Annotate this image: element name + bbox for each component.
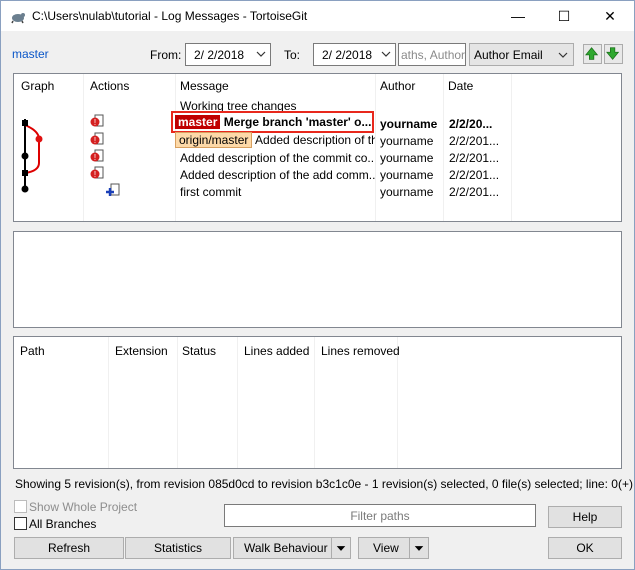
filter-field-value: Author Email bbox=[474, 48, 543, 62]
view-dropdown[interactable] bbox=[409, 538, 428, 558]
log-row-date: 2/2/201... bbox=[449, 168, 500, 182]
chevron-down-icon bbox=[256, 51, 266, 57]
show-whole-project-checkbox[interactable] bbox=[14, 500, 27, 513]
from-label: From: bbox=[150, 48, 182, 62]
svg-text:!: ! bbox=[94, 170, 96, 179]
log-messages-window: C:\Users\nulab\tutorial - Log Messages -… bbox=[0, 0, 635, 570]
title-bar: C:\Users\nulab\tutorial - Log Messages -… bbox=[1, 1, 634, 31]
search-input[interactable]: aths, Authors bbox=[398, 43, 466, 66]
arrow-up-icon bbox=[585, 47, 599, 60]
to-date-value: 2/ 2/2018 bbox=[322, 48, 373, 62]
window-title: C:\Users\nulab\tutorial - Log Messages -… bbox=[32, 9, 308, 23]
branch-link[interactable]: master bbox=[12, 47, 49, 61]
help-button[interactable]: Help bbox=[548, 506, 622, 528]
graph-node bbox=[21, 185, 29, 193]
svg-text:!: ! bbox=[94, 118, 96, 127]
to-date-picker[interactable]: 2/ 2/2018 bbox=[313, 43, 396, 66]
close-icon: ✕ bbox=[604, 7, 616, 24]
refresh-button[interactable]: Refresh bbox=[14, 537, 124, 559]
log-row-author: yourname bbox=[380, 117, 438, 131]
column-header-extension[interactable]: Extension bbox=[115, 344, 168, 358]
log-row-author: yourname bbox=[380, 168, 434, 182]
log-row[interactable]: origin/master Added description of th... bbox=[175, 132, 375, 148]
svg-text:!: ! bbox=[94, 136, 96, 145]
column-header-lines-added[interactable]: Lines added bbox=[244, 344, 309, 358]
branch-tag-origin-master: origin/master bbox=[175, 132, 253, 148]
minimize-button[interactable]: — bbox=[495, 1, 541, 31]
walk-behaviour-label: Walk Behaviour bbox=[244, 541, 328, 555]
column-header-graph[interactable]: Graph bbox=[21, 79, 54, 93]
column-header-author[interactable]: Author bbox=[380, 79, 415, 93]
log-row-message: Added description of th... bbox=[255, 133, 375, 147]
next-button[interactable] bbox=[604, 44, 623, 64]
arrow-down-icon bbox=[606, 47, 620, 60]
log-row-author: yourname bbox=[380, 185, 434, 199]
log-row-date: 2/2/201... bbox=[449, 151, 500, 165]
file-modified-icon: ! bbox=[90, 114, 104, 127]
graph-node-origin bbox=[35, 135, 43, 143]
filter-field-select[interactable]: Author Email bbox=[469, 43, 574, 66]
maximize-button[interactable]: ☐ bbox=[541, 1, 587, 31]
graph-node-merge bbox=[22, 120, 28, 126]
from-date-value: 2/ 2/2018 bbox=[194, 48, 245, 62]
file-modified-icon: ! bbox=[90, 132, 104, 145]
column-header-date[interactable]: Date bbox=[448, 79, 473, 93]
column-header-message[interactable]: Message bbox=[180, 79, 229, 93]
changed-files-list[interactable]: Path Extension Status Lines added Lines … bbox=[13, 336, 622, 469]
commit-message-pane[interactable] bbox=[13, 231, 622, 328]
show-whole-project-label: Show Whole Project bbox=[29, 500, 138, 514]
walk-behaviour-button[interactable]: Walk Behaviour bbox=[233, 537, 351, 559]
column-header-path[interactable]: Path bbox=[20, 344, 45, 358]
file-modified-icon: ! bbox=[90, 149, 104, 162]
log-row-date: 2/2/20... bbox=[449, 117, 493, 131]
graph-node bbox=[22, 170, 28, 176]
column-header-lines-removed[interactable]: Lines removed bbox=[321, 344, 400, 358]
view-button[interactable]: View bbox=[358, 537, 429, 559]
maximize-icon: ☐ bbox=[557, 7, 571, 24]
log-row-date: 2/2/201... bbox=[449, 185, 500, 199]
caret-down-icon bbox=[414, 546, 424, 551]
statistics-button[interactable]: Statistics bbox=[125, 537, 231, 559]
log-row-date: 2/2/201... bbox=[449, 134, 500, 148]
log-row-author: yourname bbox=[380, 151, 434, 165]
ok-button[interactable]: OK bbox=[548, 537, 622, 559]
svg-text:!: ! bbox=[94, 153, 96, 162]
branch-tag-master: master bbox=[175, 115, 221, 129]
log-row-message[interactable]: first commit bbox=[180, 185, 375, 199]
status-text: Showing 5 revision(s), from revision 085… bbox=[15, 477, 635, 491]
filter-paths-input[interactable]: Filter paths bbox=[224, 504, 536, 527]
all-branches-label: All Branches bbox=[29, 517, 97, 531]
log-row-message: Merge branch 'master' o... bbox=[223, 115, 371, 129]
chevron-down-icon bbox=[381, 51, 391, 57]
file-modified-icon: ! bbox=[90, 166, 104, 179]
log-row-message[interactable]: Added description of the add comm... bbox=[180, 168, 375, 182]
to-label: To: bbox=[284, 48, 301, 62]
previous-button[interactable] bbox=[583, 44, 602, 64]
chevron-down-icon bbox=[558, 52, 568, 58]
tortoisegit-app-icon bbox=[11, 13, 25, 24]
column-header-status[interactable]: Status bbox=[182, 344, 216, 358]
column-header-actions[interactable]: Actions bbox=[90, 79, 129, 93]
from-date-picker[interactable]: 2/ 2/2018 bbox=[185, 43, 271, 66]
log-row-message[interactable]: Added description of the commit co... bbox=[180, 151, 375, 165]
all-branches-checkbox[interactable] bbox=[14, 517, 27, 530]
caret-down-icon bbox=[336, 546, 346, 551]
graph-node bbox=[21, 152, 29, 160]
file-added-icon bbox=[106, 183, 120, 196]
minimize-icon: — bbox=[511, 8, 525, 24]
log-row-author: yourname bbox=[380, 134, 434, 148]
view-label: View bbox=[373, 541, 399, 555]
commit-graph bbox=[21, 119, 43, 193]
close-button[interactable]: ✕ bbox=[587, 1, 633, 31]
walk-behaviour-dropdown[interactable] bbox=[331, 538, 350, 558]
log-row-selected[interactable]: master Merge branch 'master' o... bbox=[175, 115, 371, 129]
